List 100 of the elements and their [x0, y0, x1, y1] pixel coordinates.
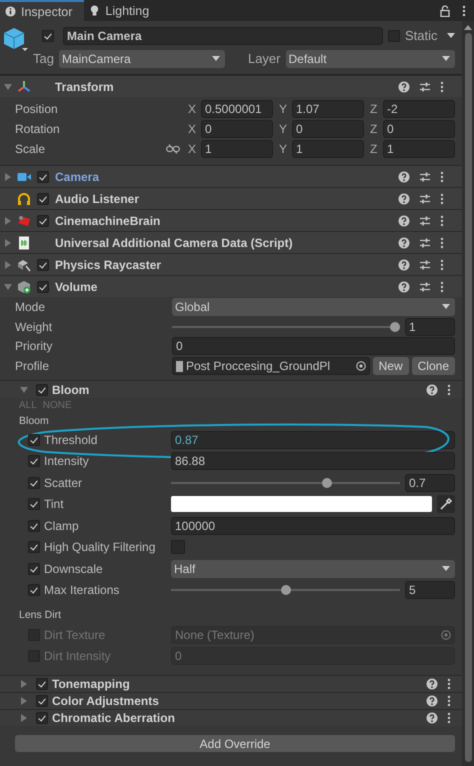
checkbox[interactable] — [37, 170, 49, 182]
checkbox[interactable] — [36, 678, 48, 690]
foldout-icon[interactable] — [20, 714, 28, 722]
lock-icon[interactable] — [440, 4, 450, 16]
menu-icon[interactable] — [447, 384, 451, 396]
value-field[interactable]: 0.7 — [405, 474, 455, 492]
checkbox[interactable] — [37, 192, 49, 204]
checkbox[interactable] — [37, 214, 49, 226]
checkbox[interactable] — [37, 280, 49, 292]
foldout-icon[interactable] — [4, 216, 12, 224]
foldout-icon[interactable] — [20, 386, 28, 394]
unlinked-chain-icon[interactable] — [166, 144, 180, 154]
help-icon[interactable] — [398, 170, 410, 182]
add-override-button[interactable]: Add Override — [15, 735, 455, 752]
component-header[interactable]: Physics Raycaster — [0, 253, 462, 275]
checkbox[interactable] — [28, 520, 40, 532]
component-header[interactable]: Audio Listener — [0, 187, 462, 209]
target-icon[interactable] — [356, 361, 366, 372]
foldout-icon[interactable] — [4, 282, 12, 290]
sliders-icon[interactable] — [419, 192, 431, 204]
value-field[interactable]: 0 — [292, 120, 364, 138]
foldout-icon[interactable] — [4, 260, 12, 268]
slider-thumb[interactable] — [390, 322, 400, 332]
value-field[interactable]: 0 — [201, 120, 273, 138]
menu-icon[interactable] — [447, 712, 451, 724]
help-icon[interactable] — [426, 712, 438, 724]
help-icon[interactable] — [426, 678, 438, 690]
component-header[interactable]: Universal Additional Camera Data (Script) — [0, 231, 462, 253]
foldout-icon[interactable] — [4, 238, 12, 246]
foldout-icon[interactable] — [4, 172, 12, 180]
help-icon[interactable] — [398, 280, 410, 292]
value-field[interactable]: 1 — [405, 318, 455, 336]
eyedropper-icon[interactable] — [437, 495, 455, 514]
foldout-icon[interactable] — [20, 697, 28, 705]
checkbox[interactable] — [388, 30, 400, 42]
help-icon[interactable] — [398, 80, 410, 92]
color-swatch[interactable] — [171, 496, 432, 512]
help-icon[interactable] — [426, 695, 438, 707]
name-field[interactable]: Main Camera — [63, 26, 383, 44]
sliders-icon[interactable] — [419, 214, 431, 226]
checkbox[interactable] — [37, 258, 49, 270]
sliders-icon[interactable] — [419, 170, 431, 182]
sliders-icon[interactable] — [419, 236, 431, 248]
override-header[interactable]: Chromatic Aberration — [0, 709, 462, 726]
value-field[interactable]: 1.07 — [292, 100, 364, 118]
dropdown[interactable]: Half — [171, 560, 455, 578]
profile-button[interactable]: Clone — [412, 357, 455, 376]
caret-icon[interactable] — [447, 33, 455, 38]
override-header[interactable]: Tonemapping — [0, 675, 462, 692]
value-field[interactable]: 0 — [172, 337, 455, 356]
layer-dropdown[interactable]: Default — [286, 50, 455, 68]
checkbox[interactable] — [28, 455, 40, 468]
component-header[interactable]: Camera — [0, 165, 462, 187]
help-icon[interactable] — [398, 214, 410, 226]
checkbox[interactable] — [42, 30, 54, 42]
value-field[interactable]: 0.5000001 — [201, 100, 273, 118]
help-icon[interactable] — [398, 258, 410, 270]
value-field[interactable]: 1 — [292, 140, 364, 158]
checkbox[interactable] — [28, 562, 40, 575]
foldout-icon[interactable] — [20, 680, 28, 688]
scrollbar[interactable] — [462, 21, 474, 766]
value-field[interactable]: 1 — [201, 140, 273, 158]
help-icon[interactable] — [398, 236, 410, 248]
value-field[interactable]: -2 — [383, 100, 455, 118]
sliders-icon[interactable] — [419, 280, 431, 292]
value-field[interactable]: 1 — [383, 140, 455, 158]
value-field[interactable]: 0.87 — [171, 430, 455, 449]
menu-icon[interactable] — [440, 192, 444, 204]
tag-dropdown[interactable]: MainCamera — [58, 50, 225, 68]
checkbox[interactable] — [28, 476, 40, 489]
override-header[interactable]: Bloom — [0, 380, 462, 398]
sliders-icon[interactable] — [419, 80, 431, 92]
checkbox[interactable] — [171, 540, 185, 554]
checkbox[interactable] — [28, 584, 40, 596]
value-field[interactable]: 86.88 — [171, 452, 455, 470]
checkbox[interactable] — [28, 541, 40, 554]
scroll-up-icon[interactable] — [464, 25, 472, 30]
profile-button[interactable]: New — [372, 357, 409, 376]
value-field[interactable]: 100000 — [171, 516, 455, 535]
help-icon[interactable] — [398, 192, 410, 204]
checkbox[interactable] — [28, 434, 40, 446]
foldout-icon[interactable] — [4, 82, 12, 90]
component-header[interactable]: Transform — [0, 75, 462, 97]
menu-icon[interactable] — [440, 80, 444, 92]
menu-icon[interactable] — [440, 236, 444, 248]
checkbox[interactable] — [36, 712, 48, 724]
menu-icon[interactable] — [462, 4, 466, 16]
scrollbar-thumb[interactable] — [464, 33, 472, 762]
cube-icon[interactable] — [3, 27, 29, 53]
menu-icon[interactable] — [447, 695, 451, 707]
slider-thumb[interactable] — [280, 585, 290, 596]
value-field[interactable]: 0 — [383, 120, 455, 138]
help-icon[interactable] — [426, 384, 438, 396]
object-field[interactable]: Post Proccesing_GroundPl — [172, 357, 370, 376]
slider-thumb[interactable] — [322, 478, 332, 488]
component-header[interactable]: Volume — [0, 275, 462, 297]
checkbox[interactable] — [36, 384, 48, 396]
sliders-icon[interactable] — [419, 258, 431, 270]
menu-icon[interactable] — [440, 170, 444, 182]
override-header[interactable]: Color Adjustments — [0, 692, 462, 709]
